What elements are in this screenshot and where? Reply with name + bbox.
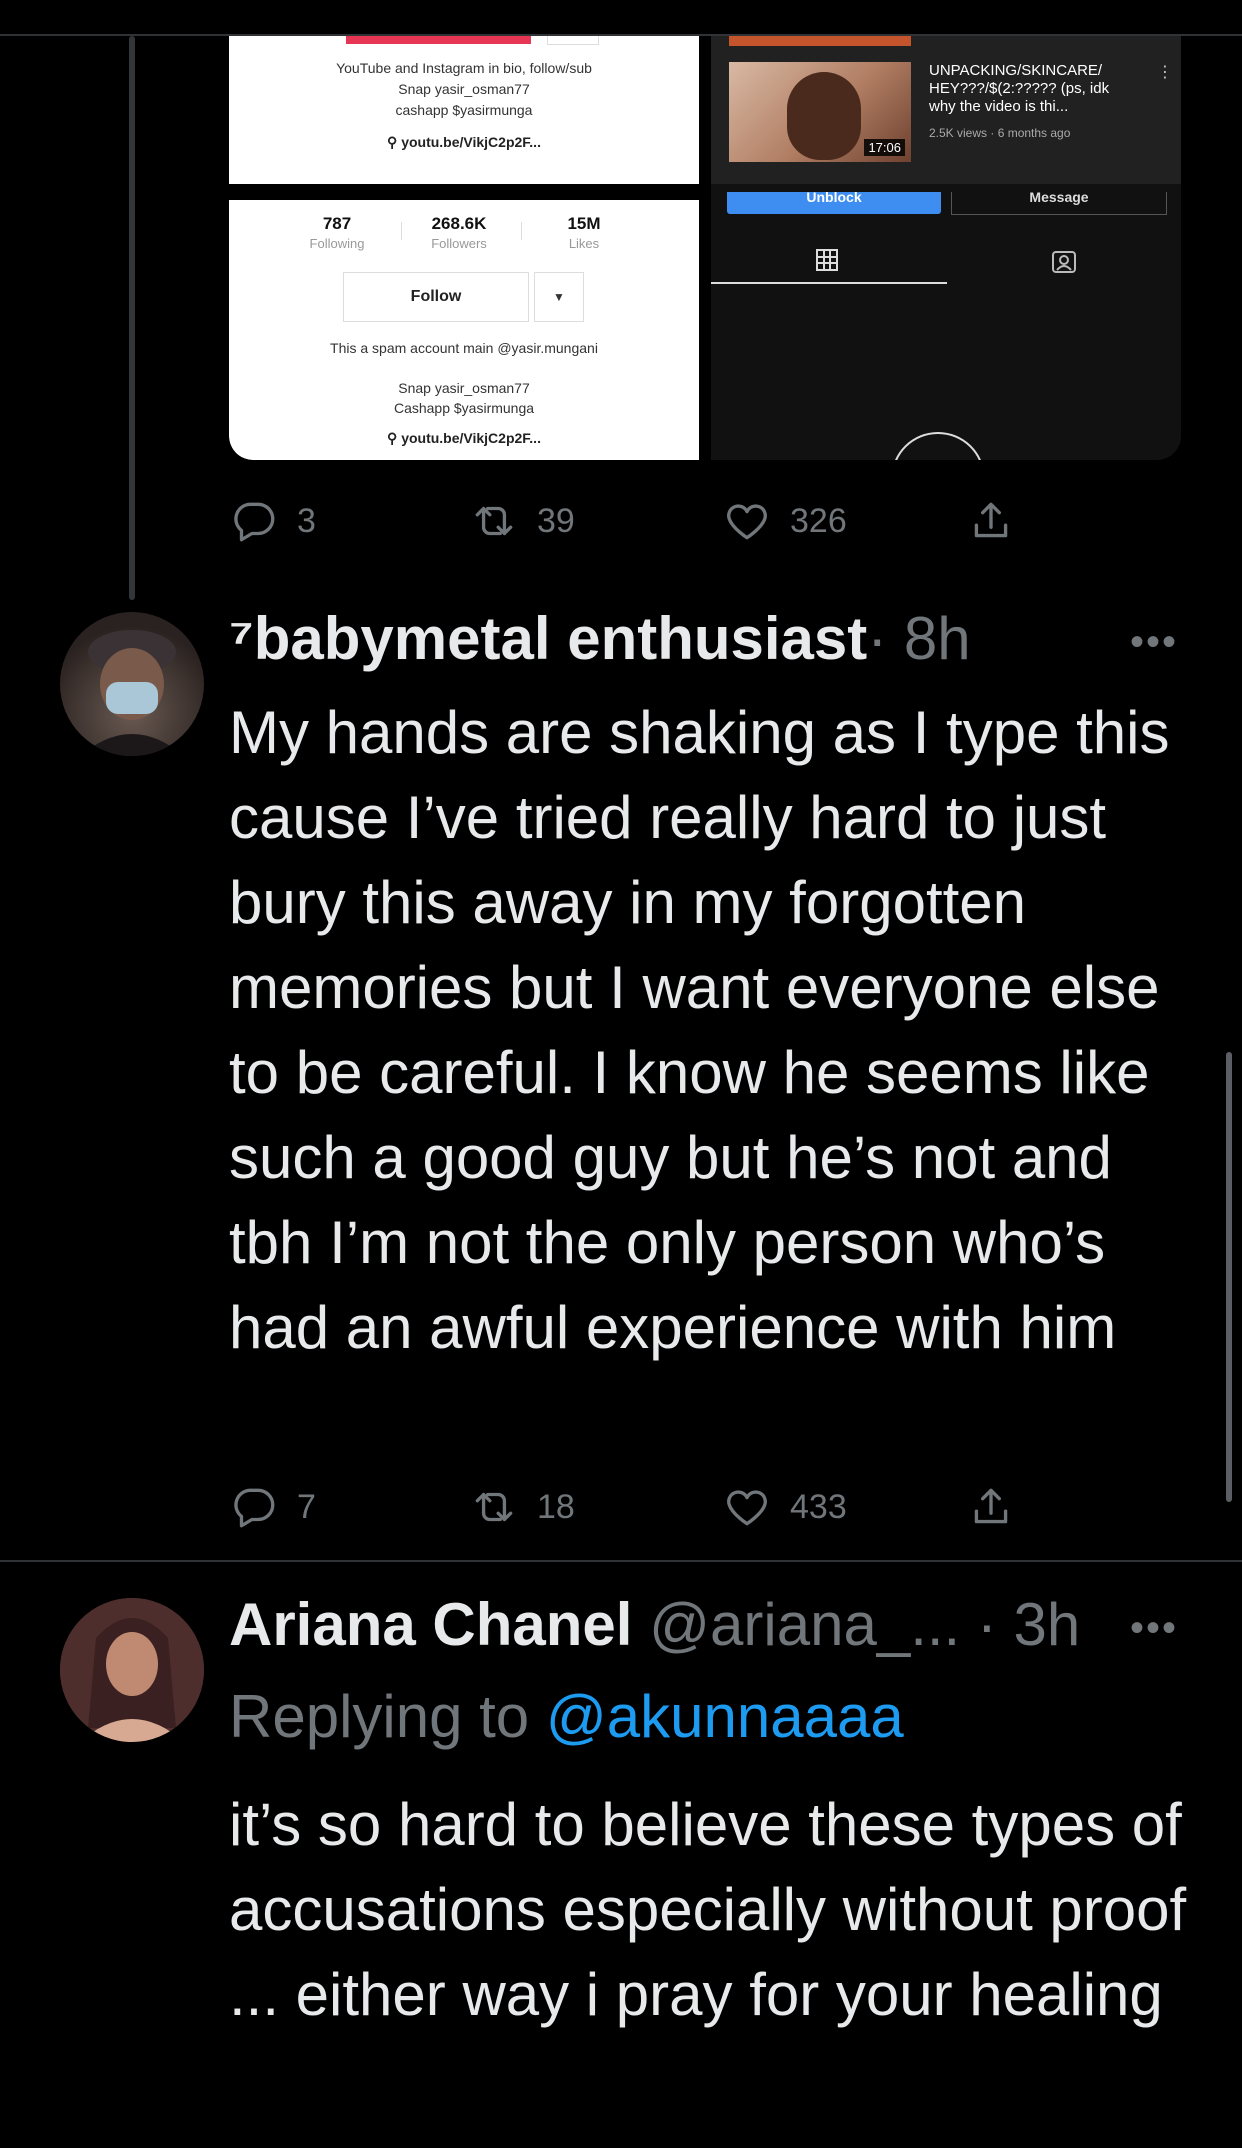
- following-label: Following: [309, 236, 365, 251]
- share-icon: [974, 1488, 1008, 1524]
- timestamp[interactable]: · 8h: [867, 605, 970, 672]
- stat-separator: [521, 222, 522, 240]
- avatar[interactable]: [60, 612, 204, 756]
- video-meta: 2.5K views · 6 months ago: [929, 126, 1071, 140]
- record-button: [891, 432, 985, 460]
- likes-label: Likes: [568, 236, 600, 251]
- video-thumbnail-partial: [729, 36, 911, 46]
- bio-line: Cashapp $yasirmunga: [393, 400, 535, 416]
- like-icon: [727, 1490, 767, 1526]
- timestamp[interactable]: · 3h: [977, 1591, 1080, 1658]
- avatar-image: [80, 630, 184, 756]
- thread-connector-line: [129, 36, 135, 600]
- like-icon: [727, 504, 767, 540]
- following-count: 787: [322, 214, 352, 233]
- more-icon[interactable]: •••: [1130, 620, 1180, 665]
- reply-icon: [234, 502, 275, 542]
- bio-link-text: youtu.be/VikjC2p2F...: [401, 134, 541, 150]
- unblock-button: Unblock: [727, 190, 941, 214]
- retweet-icon: [475, 1492, 513, 1522]
- bio-line: cashapp $yasirmunga: [395, 102, 533, 118]
- link-icon: ⚲: [387, 430, 402, 446]
- reply-count: 7: [297, 1487, 316, 1526]
- video-row: 17:06 UNPACKING/SKINCARE/ HEY???/$(2:???…: [711, 36, 1181, 184]
- avatar[interactable]: [60, 1598, 204, 1742]
- tab-indicator: [711, 282, 947, 284]
- bio-line: YouTube and Instagram in bio, follow/sub: [336, 60, 592, 76]
- follow-button: Follow: [343, 272, 529, 322]
- bio-line: Snap yasir_osman77: [398, 380, 530, 396]
- retweet-icon: [475, 506, 513, 536]
- followers-label: Followers: [431, 236, 487, 251]
- retweet-count: 18: [537, 1487, 575, 1526]
- share-icon: [974, 502, 1008, 538]
- grid-icon: [816, 249, 838, 271]
- link-icon: ⚲: [387, 134, 402, 150]
- share-action[interactable]: [966, 496, 1016, 546]
- bio-link: ⚲ youtu.be/VikjC2p2F...: [229, 430, 699, 447]
- video-thumbnail: 17:06: [729, 62, 911, 162]
- reply-action[interactable]: 3: [229, 496, 316, 546]
- like-action[interactable]: 326: [722, 496, 847, 546]
- tweet-media-collage[interactable]: YouTube and Instagram in bio, follow/sub…: [229, 36, 1181, 460]
- followers-count: 268.6K: [431, 214, 487, 233]
- retweet-count: 39: [537, 501, 575, 540]
- reply-icon: [234, 1488, 275, 1528]
- more-icon[interactable]: •••: [1130, 1606, 1180, 1651]
- reply-count: 3: [297, 501, 316, 540]
- share-action[interactable]: [966, 1482, 1016, 1532]
- like-count: 433: [790, 1487, 847, 1526]
- bio-link: ⚲ youtu.be/VikjC2p2F...: [229, 134, 699, 151]
- like-action[interactable]: 433: [722, 1482, 847, 1532]
- profile-tag-icon: [1052, 251, 1076, 273]
- video-duration: 17:06: [864, 139, 905, 156]
- followers-stat: 268.6K Followers: [399, 214, 519, 251]
- handle[interactable]: @ariana_...: [649, 1591, 960, 1658]
- dropdown-box: [547, 36, 599, 45]
- scrollbar[interactable]: [1226, 1052, 1232, 1502]
- bio-line: This a spam account main @yasir.mungani: [330, 340, 598, 356]
- replying-to: Replying to @akunnaaaa: [229, 1682, 904, 1751]
- likes-stat: 15M Likes: [524, 214, 644, 251]
- display-name[interactable]: ⁷babymetal enthusiast: [229, 605, 867, 672]
- tiktok-bio-panel: YouTube and Instagram in bio, follow/sub…: [229, 36, 699, 184]
- more-vertical-icon: ⋮: [1157, 64, 1173, 81]
- following-stat: 787 Following: [277, 214, 397, 251]
- video-title: UNPACKING/SKINCARE/ HEY???/$(2:????? (ps…: [929, 62, 1110, 115]
- youtube-panel: 17:06 UNPACKING/SKINCARE/ HEY???/$(2:???…: [711, 36, 1181, 460]
- display-name[interactable]: Ariana Chanel: [229, 1591, 632, 1658]
- retweet-action[interactable]: 39: [469, 496, 575, 546]
- likes-count: 15M: [567, 214, 601, 233]
- like-count: 326: [790, 501, 847, 540]
- thumbnail-person: [787, 72, 861, 160]
- reply-action[interactable]: 7: [229, 1482, 316, 1532]
- avatar-image: [60, 1598, 204, 1742]
- replying-to-label: Replying to: [229, 1683, 530, 1750]
- bio-line: Snap yasir_osman77: [398, 81, 530, 97]
- message-button: Message: [951, 190, 1167, 215]
- tweet-text: My hands are shaking as I type this caus…: [229, 699, 1170, 1361]
- tweet-text: it’s so hard to believe these types of a…: [229, 1791, 1187, 2028]
- bio-link-text: youtu.be/VikjC2p2F...: [401, 430, 541, 446]
- tweet-header: Ariana Chanel @ariana_... · 3h: [229, 1590, 1080, 1659]
- tiktok-profile-panel: 787 Following 268.6K Followers 15M Likes…: [229, 200, 699, 460]
- tweet-header: ⁷babymetal enthusiast· 8h: [229, 604, 971, 673]
- tweet-divider: [0, 1560, 1242, 1562]
- chevron-down-icon: ▼: [534, 272, 584, 322]
- replying-to-handle[interactable]: @akunnaaaa: [546, 1683, 904, 1750]
- retweet-action[interactable]: 18: [469, 1482, 575, 1532]
- follow-red-button: [346, 36, 531, 44]
